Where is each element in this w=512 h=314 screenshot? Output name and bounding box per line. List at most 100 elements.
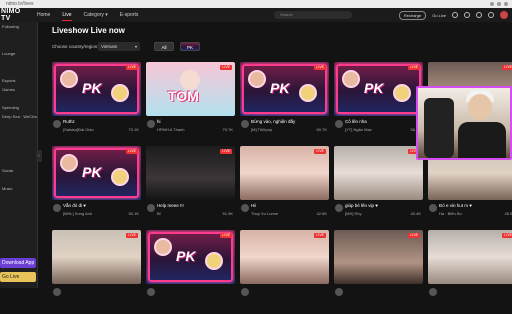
- stream-title[interactable]: Vẫn đó đi ♥: [63, 203, 139, 208]
- streamer-avatar[interactable]: [429, 204, 437, 212]
- nav-home[interactable]: Home: [31, 8, 56, 22]
- stream-thumbnail[interactable]: PK LIVE: [52, 62, 141, 116]
- floating-video-player[interactable]: [416, 86, 512, 160]
- history-icon[interactable]: [452, 12, 458, 18]
- nav-category[interactable]: Category ▾: [78, 8, 114, 22]
- stream-thumbnail[interactable]: LIVE: [146, 146, 235, 200]
- streamer-avatar[interactable]: [335, 288, 343, 296]
- sidebar-item[interactable]: Esports: [0, 76, 37, 85]
- stream-card[interactable]: PK LIVE Vẫn đó đi ♥ [MHL] Song Anh 50.1K: [52, 146, 141, 230]
- notification-icon[interactable]: [488, 12, 494, 18]
- collapse-sidebar-icon[interactable]: ‹: [36, 150, 42, 162]
- go-live-button[interactable]: Go Live: [0, 272, 36, 282]
- stream-title[interactable]: giúp bé lên vip ♥: [345, 203, 421, 208]
- filter-pk[interactable]: PK: [180, 42, 200, 51]
- stream-thumbnail[interactable]: LIVE: [240, 146, 329, 200]
- streamer-avatar[interactable]: [241, 288, 249, 296]
- sidebar-item[interactable]: [0, 193, 37, 202]
- stream-thumbnail[interactable]: LIVE: [334, 146, 423, 200]
- streamer-avatar[interactable]: [335, 120, 343, 128]
- streamer-name[interactable]: [MH] Shy: [345, 211, 395, 216]
- stream-card[interactable]: LIVE Help meee !!! Bỉ 51.9K: [146, 146, 235, 230]
- stream-thumbnail[interactable]: LIVE: [428, 230, 512, 284]
- sidebar-item[interactable]: [0, 202, 37, 211]
- stream-title[interactable]: Cô lên nha: [345, 119, 421, 124]
- recharge-button[interactable]: Recharge: [398, 10, 427, 20]
- download-app-button[interactable]: Download App: [0, 258, 36, 268]
- stream-thumbnail[interactable]: LIVE: [334, 230, 423, 284]
- stream-title[interactable]: Đừng vào, nghiện đấy: [251, 119, 327, 124]
- stream-title[interactable]: Ruthz: [63, 119, 139, 124]
- sidebar-item[interactable]: [0, 175, 37, 184]
- stream-card[interactable]: PK LIVE: [146, 230, 235, 314]
- streamer-name[interactable]: Bỉ: [157, 211, 207, 216]
- stream-card[interactable]: PK LIVE Ruthz [Salsiso]Đài Giáo 70.1K: [52, 62, 141, 146]
- streamer-avatar[interactable]: [335, 204, 343, 212]
- sidebar-item[interactable]: [0, 40, 37, 49]
- gift-icon[interactable]: [464, 12, 470, 18]
- sidebar-item[interactable]: [0, 94, 37, 103]
- stream-title[interactable]: Help meee !!!: [157, 203, 233, 208]
- sidebar-item[interactable]: [0, 31, 37, 40]
- sidebar-item[interactable]: Music: [0, 184, 37, 193]
- sidebar-item[interactable]: Spending: [0, 103, 37, 112]
- stream-card[interactable]: PK LIVE Đừng vào, nghiện đấy [M] TitiXpop 60…: [240, 62, 329, 146]
- sidebar-item[interactable]: Following: [0, 22, 37, 31]
- stream-thumbnail[interactable]: PK LIVE: [146, 230, 235, 284]
- sidebar-item[interactable]: Social: [0, 166, 37, 175]
- stream-card[interactable]: LIVE: [428, 230, 512, 314]
- sidebar-item[interactable]: [0, 58, 37, 67]
- stream-thumbnail[interactable]: TOM LIVE: [146, 62, 235, 116]
- streamer-avatar[interactable]: [147, 288, 155, 296]
- streamer-avatar[interactable]: [147, 204, 155, 212]
- go-live-link[interactable]: Go Live: [432, 13, 446, 18]
- stream-title[interactable]: hi: [157, 119, 233, 124]
- stream-thumbnail[interactable]: PK LIVE: [240, 62, 329, 116]
- streamer-avatar[interactable]: [241, 120, 249, 128]
- search-input[interactable]: Search: [274, 11, 352, 19]
- stream-thumbnail[interactable]: LIVE: [240, 230, 329, 284]
- streamer-name[interactable]: [Salsiso]Đài Giáo: [63, 127, 113, 132]
- nav-live[interactable]: Live: [56, 8, 77, 22]
- streamer-name[interactable]: [YT] Ngân Mạc: [345, 127, 395, 132]
- sidebar-item[interactable]: Lounge: [0, 49, 37, 58]
- filter-all[interactable]: All: [154, 42, 174, 51]
- stream-title[interactable]: Hii: [251, 203, 327, 208]
- url-text[interactable]: nimo.tv/lives: [6, 0, 34, 8]
- sidebar-item[interactable]: [0, 139, 37, 148]
- stream-card[interactable]: LIVE: [52, 230, 141, 314]
- streamer-avatar[interactable]: [147, 120, 155, 128]
- streamer-name[interactable]: Hạ · Biểu Ân: [439, 211, 489, 216]
- stream-card[interactable]: PKLIVECô lên nha[YT] Ngân Mạc56.3K: [334, 62, 423, 146]
- sidebar-item[interactable]: Games: [0, 85, 37, 94]
- sidebar-item[interactable]: [0, 148, 37, 157]
- sidebar-item[interactable]: [0, 130, 37, 139]
- sidebar-item[interactable]: [0, 121, 37, 130]
- nav-esports[interactable]: E-sports: [114, 8, 145, 22]
- stream-card[interactable]: LIVE: [334, 230, 423, 314]
- sidebar-item[interactable]: [0, 157, 37, 166]
- stream-card[interactable]: LIVE Hii Thuý Xu Lumm 42.6K: [240, 146, 329, 230]
- browser-controls[interactable]: [490, 2, 508, 6]
- stream-card[interactable]: LIVE giúp bé lên vip ♥ [MH] Shy 40.4K: [334, 146, 423, 230]
- streamer-name[interactable]: [M] TitiXpop: [251, 127, 301, 132]
- country-select[interactable]: Vietnam ▾: [98, 42, 140, 51]
- sidebar-item[interactable]: Deep Sea · WeChat: [0, 112, 37, 121]
- stream-thumbnail[interactable]: PK LIVE: [52, 146, 141, 200]
- streamer-name[interactable]: Thuý Xu Lumm: [251, 211, 301, 216]
- streamer-avatar[interactable]: [53, 288, 61, 296]
- streamer-name[interactable]: [MHL] Song Anh: [63, 211, 113, 216]
- stream-thumbnail[interactable]: PK LIVE: [334, 62, 423, 116]
- streamer-avatar[interactable]: [53, 204, 61, 212]
- streamer-avatar[interactable]: [241, 204, 249, 212]
- stream-card[interactable]: TOM LIVE hi HPMH A Thanh 70.7K: [146, 62, 235, 146]
- stream-card[interactable]: LIVE: [240, 230, 329, 314]
- streamer-avatar[interactable]: [429, 288, 437, 296]
- sidebar-item[interactable]: [0, 67, 37, 76]
- streamer-name[interactable]: HPMH A Thanh: [157, 127, 207, 132]
- message-icon[interactable]: [476, 12, 482, 18]
- streamer-avatar[interactable]: [53, 120, 61, 128]
- stream-title[interactable]: Đó e vin hut m ♥: [439, 203, 512, 208]
- user-avatar[interactable]: [500, 11, 508, 19]
- nimo-logo[interactable]: NIMO TV: [1, 8, 31, 22]
